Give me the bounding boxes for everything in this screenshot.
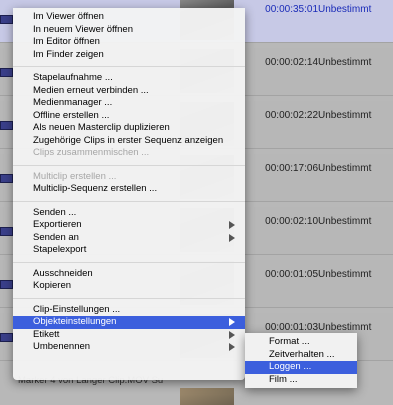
submenu-item-label: Loggen ... bbox=[269, 361, 312, 372]
menu-item-offline-erstellen[interactable]: Offline erstellen ... bbox=[13, 110, 245, 123]
menu-item-im-viewer-oeffnen[interactable]: Im Viewer öffnen bbox=[13, 11, 245, 24]
menu-item-label: Umbenennen bbox=[33, 341, 91, 352]
submenu-item-label: Zeitverhalten ... bbox=[269, 348, 335, 360]
menu-item-stapelexport[interactable]: Stapelexport bbox=[13, 244, 245, 257]
menu-separator bbox=[13, 200, 245, 202]
clip-icon bbox=[0, 15, 13, 24]
menu-item-exportieren[interactable]: Exportieren bbox=[13, 219, 245, 232]
menu-separator bbox=[13, 164, 245, 166]
menu-item-kopieren[interactable]: Kopieren bbox=[13, 280, 245, 293]
menu-item-label: Offline erstellen ... bbox=[33, 109, 110, 121]
menu-item-label: Stapelaufnahme ... bbox=[33, 72, 113, 83]
menu-separator bbox=[13, 297, 245, 299]
clip-thumbnail bbox=[180, 388, 234, 405]
clip-status: Unbestimmt bbox=[318, 216, 372, 227]
menu-item-medienmanager[interactable]: Medienmanager ... bbox=[13, 97, 245, 110]
clip-duration: 00:00:01:05 bbox=[265, 269, 318, 280]
menu-item-im-finder-zeigen[interactable]: Im Finder zeigen bbox=[13, 49, 245, 62]
clip-duration: 00:00:17:06 bbox=[265, 163, 318, 174]
submenu-arrow-icon bbox=[229, 233, 235, 242]
menu-item-etikett[interactable]: Etikett bbox=[13, 329, 245, 342]
submenu-arrow-icon bbox=[229, 318, 235, 326]
menu-item-zugehoerige-clips-in-erster-sequenz-anzeigen[interactable]: Zugehörige Clips in erster Sequenz anzei… bbox=[13, 135, 245, 148]
submenu-arrow-icon bbox=[229, 343, 235, 351]
menu-item-senden[interactable]: Senden ... bbox=[13, 207, 245, 220]
submenu-item-label: Film ... bbox=[269, 373, 298, 385]
clip-duration: 00:00:02:10 bbox=[265, 216, 318, 227]
clip-duration: 00:00:35:01 bbox=[265, 4, 318, 15]
menu-item-label: In neuem Viewer öffnen bbox=[33, 23, 133, 35]
menu-item-label: Im Viewer öffnen bbox=[33, 11, 104, 22]
menu-item-label: Senden ... bbox=[33, 206, 77, 218]
menu-item-clip-einstellungen[interactable]: Clip-Einstellungen ... bbox=[13, 304, 245, 317]
submenu-item-film[interactable]: Film ... bbox=[245, 374, 357, 387]
menu-separator bbox=[13, 66, 245, 67]
menu-item-ausschneiden[interactable]: Ausschneiden bbox=[13, 268, 245, 281]
clip-status: Unbestimmt bbox=[318, 322, 372, 333]
menu-item-im-editor-oeffnen[interactable]: Im Editor öffnen bbox=[13, 36, 245, 49]
clip-icon bbox=[0, 121, 13, 130]
menu-item-label: Kopieren bbox=[33, 280, 72, 291]
menu-item-senden-an[interactable]: Senden an bbox=[13, 232, 245, 245]
menu-item-multiclip-erstellen: Multiclip erstellen ... bbox=[13, 171, 245, 184]
clip-duration: 00:00:02:22 bbox=[265, 110, 318, 121]
clip-icon bbox=[0, 333, 13, 342]
menu-item-clips-zusammenmischen: Clips zusammenmischen ... bbox=[13, 147, 245, 160]
menu-item-label: Medienmanager ... bbox=[33, 97, 113, 108]
menu-item-in-neuem-viewer-oeffnen[interactable]: In neuem Viewer öffnen bbox=[13, 24, 245, 37]
submenu-item-format[interactable]: Format ... bbox=[245, 336, 357, 349]
menu-separator bbox=[13, 261, 245, 263]
menu-item-label: Im Finder zeigen bbox=[33, 48, 104, 60]
menu-item-label: Medien erneut verbinden ... bbox=[33, 84, 149, 96]
menu-item-label: Als neuen Masterclip duplizieren bbox=[33, 122, 170, 133]
menu-item-label: Etikett bbox=[33, 328, 60, 340]
menu-item-multiclip-sequenz-erstellen[interactable]: Multiclip-Sequenz erstellen ... bbox=[13, 183, 245, 196]
menu-item-label: Clip-Einstellungen ... bbox=[33, 303, 121, 315]
menu-item-label: Objekteinstellungen bbox=[33, 316, 117, 327]
clip-duration: 00:00:01:03 bbox=[265, 322, 318, 333]
clip-duration: 00:00:02:14 bbox=[265, 57, 318, 68]
submenu-arrow-icon bbox=[229, 330, 235, 339]
clip-icon bbox=[0, 227, 13, 236]
submenu-item-label: Format ... bbox=[269, 336, 310, 347]
context-menu: Im Viewer öffnen In neuem Viewer öffnen Im… bbox=[13, 8, 245, 380]
clip-status: Unbestimmt bbox=[318, 110, 372, 121]
clip-icon bbox=[0, 174, 13, 183]
clip-status: Unbestimmt bbox=[318, 4, 372, 15]
menu-item-label: Multiclip-Sequenz erstellen ... bbox=[33, 183, 158, 194]
menu-item-label: Zugehörige Clips in erster Sequenz anzei… bbox=[33, 134, 224, 146]
menu-item-label: Stapelexport bbox=[33, 244, 87, 255]
clip-status: Unbestimmt bbox=[318, 163, 372, 174]
menu-item-umbenennen[interactable]: Umbenennen bbox=[13, 341, 245, 354]
menu-item-stapelaufnahme[interactable]: Stapelaufnahme ... bbox=[13, 72, 245, 85]
clip-icon bbox=[0, 68, 13, 77]
menu-item-medien-erneut-verbinden[interactable]: Medien erneut verbinden ... bbox=[13, 85, 245, 98]
submenu-arrow-icon bbox=[229, 221, 235, 229]
clip-status: Unbestimmt bbox=[318, 57, 372, 68]
menu-item-label: Ausschneiden bbox=[33, 267, 93, 279]
clip-status: Unbestimmt bbox=[318, 269, 372, 280]
objekteinstellungen-submenu: Format ... Zeitverhalten ... Loggen ... Fil… bbox=[245, 333, 357, 388]
submenu-item-loggen[interactable]: Loggen ... bbox=[245, 361, 357, 374]
menu-item-label: Clips zusammenmischen ... bbox=[33, 147, 150, 158]
menu-item-label: Exportieren bbox=[33, 219, 82, 230]
menu-item-objekteinstellungen[interactable]: Objekteinstellungen bbox=[13, 316, 245, 329]
menu-item-label: Multiclip erstellen ... bbox=[33, 170, 117, 182]
clip-icon bbox=[0, 280, 13, 289]
menu-item-label: Im Editor öffnen bbox=[33, 36, 100, 47]
menu-item-als-neuen-masterclip-duplizieren[interactable]: Als neuen Masterclip duplizieren bbox=[13, 122, 245, 135]
submenu-item-zeitverhalten[interactable]: Zeitverhalten ... bbox=[245, 349, 357, 362]
menu-item-label: Senden an bbox=[33, 231, 79, 243]
